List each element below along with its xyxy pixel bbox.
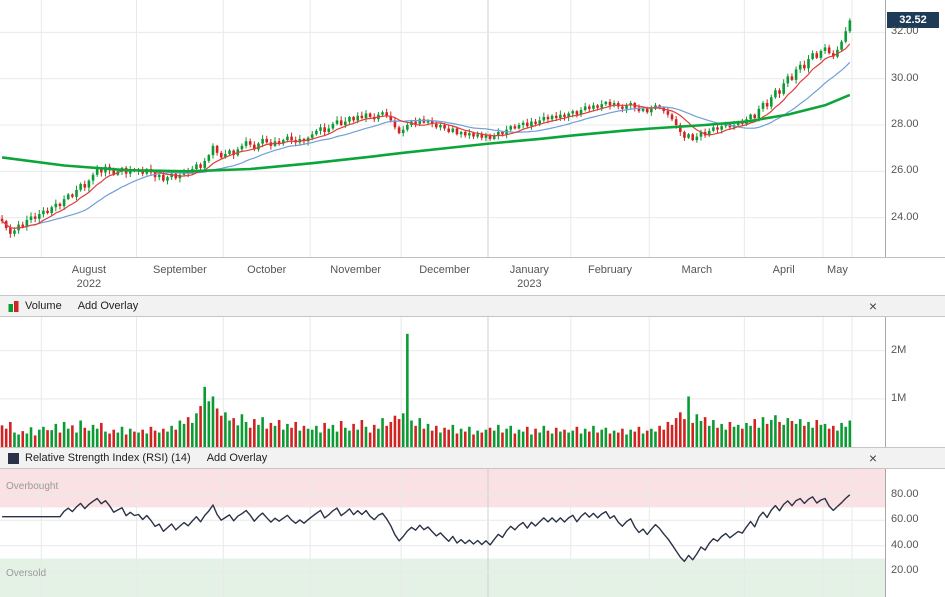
month-label: May	[792, 264, 882, 276]
axis-tick-label: 28.00	[891, 118, 919, 130]
price-plot	[0, 0, 885, 257]
year-label: 2022	[44, 278, 134, 290]
price-axis-gutter: 32.52 32.0030.0028.0026.0024.00	[885, 0, 945, 257]
month-label: February	[565, 264, 655, 276]
month-label: September	[135, 264, 225, 276]
month-label: November	[311, 264, 401, 276]
axis-tick-label: 60.00	[891, 513, 919, 525]
volume-add-overlay-button[interactable]: Add Overlay	[78, 300, 139, 312]
volume-panel-title: Volume	[25, 300, 62, 312]
volume-close-button[interactable]: ×	[869, 299, 877, 313]
axis-tick-label: 32.00	[891, 25, 919, 37]
rsi-panel: 80.00 60.00 40.00 20.00 Overbought Oversold	[0, 469, 945, 597]
volume-plot	[0, 317, 885, 447]
month-label: January	[484, 264, 574, 276]
rsi-panel-title: Relative Strength Index (RSI) (14)	[25, 452, 191, 464]
month-label: March	[652, 264, 742, 276]
rsi-legend-icon	[8, 453, 19, 464]
volume-legend-icon	[8, 301, 19, 312]
axis-tick-label: 80.00	[891, 488, 919, 500]
rsi-panel-header: Relative Strength Index (RSI) (14) Add O…	[0, 447, 945, 469]
axis-tick-label: 20.00	[891, 564, 919, 576]
month-label: December	[400, 264, 490, 276]
axis-tick-label: 26.00	[891, 164, 919, 176]
axis-tick-label: 1M	[891, 392, 906, 404]
axis-tick-label: 40.00	[891, 539, 919, 551]
volume-panel-header: Volume Add Overlay ×	[0, 295, 945, 317]
axis-tick-label: 24.00	[891, 211, 919, 223]
month-label: August	[44, 264, 134, 276]
volume-panel: 2M 1M	[0, 317, 945, 447]
rsi-plot	[0, 469, 885, 597]
rsi-axis-gutter: 80.00 60.00 40.00 20.00	[885, 469, 945, 597]
date-axis: August 2022SeptemberOctoberNovemberDecemb…	[0, 257, 945, 295]
volume-axis-gutter: 2M 1M	[885, 317, 945, 447]
axis-tick-label: 30.00	[891, 72, 919, 84]
rsi-close-button[interactable]: ×	[869, 451, 877, 465]
overbought-label: Overbought	[6, 481, 58, 492]
price-panel: 32.52 32.0030.0028.0026.0024.00	[0, 0, 945, 257]
month-label: October	[222, 264, 312, 276]
rsi-add-overlay-button[interactable]: Add Overlay	[207, 452, 268, 464]
axis-tick-label: 2M	[891, 344, 906, 356]
year-label: 2023	[484, 278, 574, 290]
stock-chart: 32.52 32.0030.0028.0026.0024.00 August20…	[0, 0, 945, 597]
oversold-label: Oversold	[6, 568, 46, 579]
